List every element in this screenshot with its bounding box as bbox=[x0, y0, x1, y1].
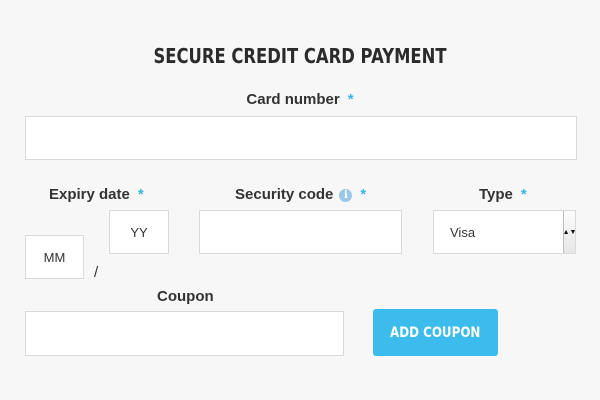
security-code-label-row: Security code i * bbox=[235, 186, 366, 203]
expiry-month-input[interactable]: MM bbox=[25, 235, 84, 279]
expiry-separator: / bbox=[94, 264, 99, 281]
card-number-label-row: Card number * bbox=[0, 91, 600, 108]
security-code-label: Security code bbox=[235, 186, 334, 203]
info-icon[interactable]: i bbox=[339, 189, 353, 202]
expiry-label-row: Expiry date * bbox=[49, 186, 144, 203]
security-code-input[interactable] bbox=[199, 210, 402, 254]
card-number-label: Card number bbox=[246, 91, 340, 108]
card-type-select[interactable]: Visa ▲▼ bbox=[433, 210, 576, 254]
coupon-label: Coupon bbox=[157, 288, 214, 305]
expiry-date-label: Expiry date bbox=[49, 186, 130, 203]
required-marker: * bbox=[360, 186, 367, 203]
required-marker: * bbox=[520, 186, 527, 203]
card-number-input[interactable] bbox=[25, 116, 577, 160]
expiry-year-input[interactable]: YY bbox=[109, 210, 169, 254]
add-coupon-button-label: ADD COUPON bbox=[390, 324, 481, 341]
required-marker: * bbox=[137, 186, 144, 203]
coupon-input[interactable] bbox=[25, 311, 344, 356]
add-coupon-button[interactable]: ADD COUPON bbox=[373, 309, 498, 356]
type-label-row: Type * bbox=[479, 186, 527, 203]
type-label: Type bbox=[479, 186, 513, 203]
form-title: SECURE CREDIT CARD PAYMENT bbox=[153, 44, 447, 68]
required-marker: * bbox=[347, 91, 354, 108]
dropdown-arrow-icon[interactable]: ▲▼ bbox=[563, 211, 576, 253]
card-type-value: Visa bbox=[450, 224, 476, 240]
